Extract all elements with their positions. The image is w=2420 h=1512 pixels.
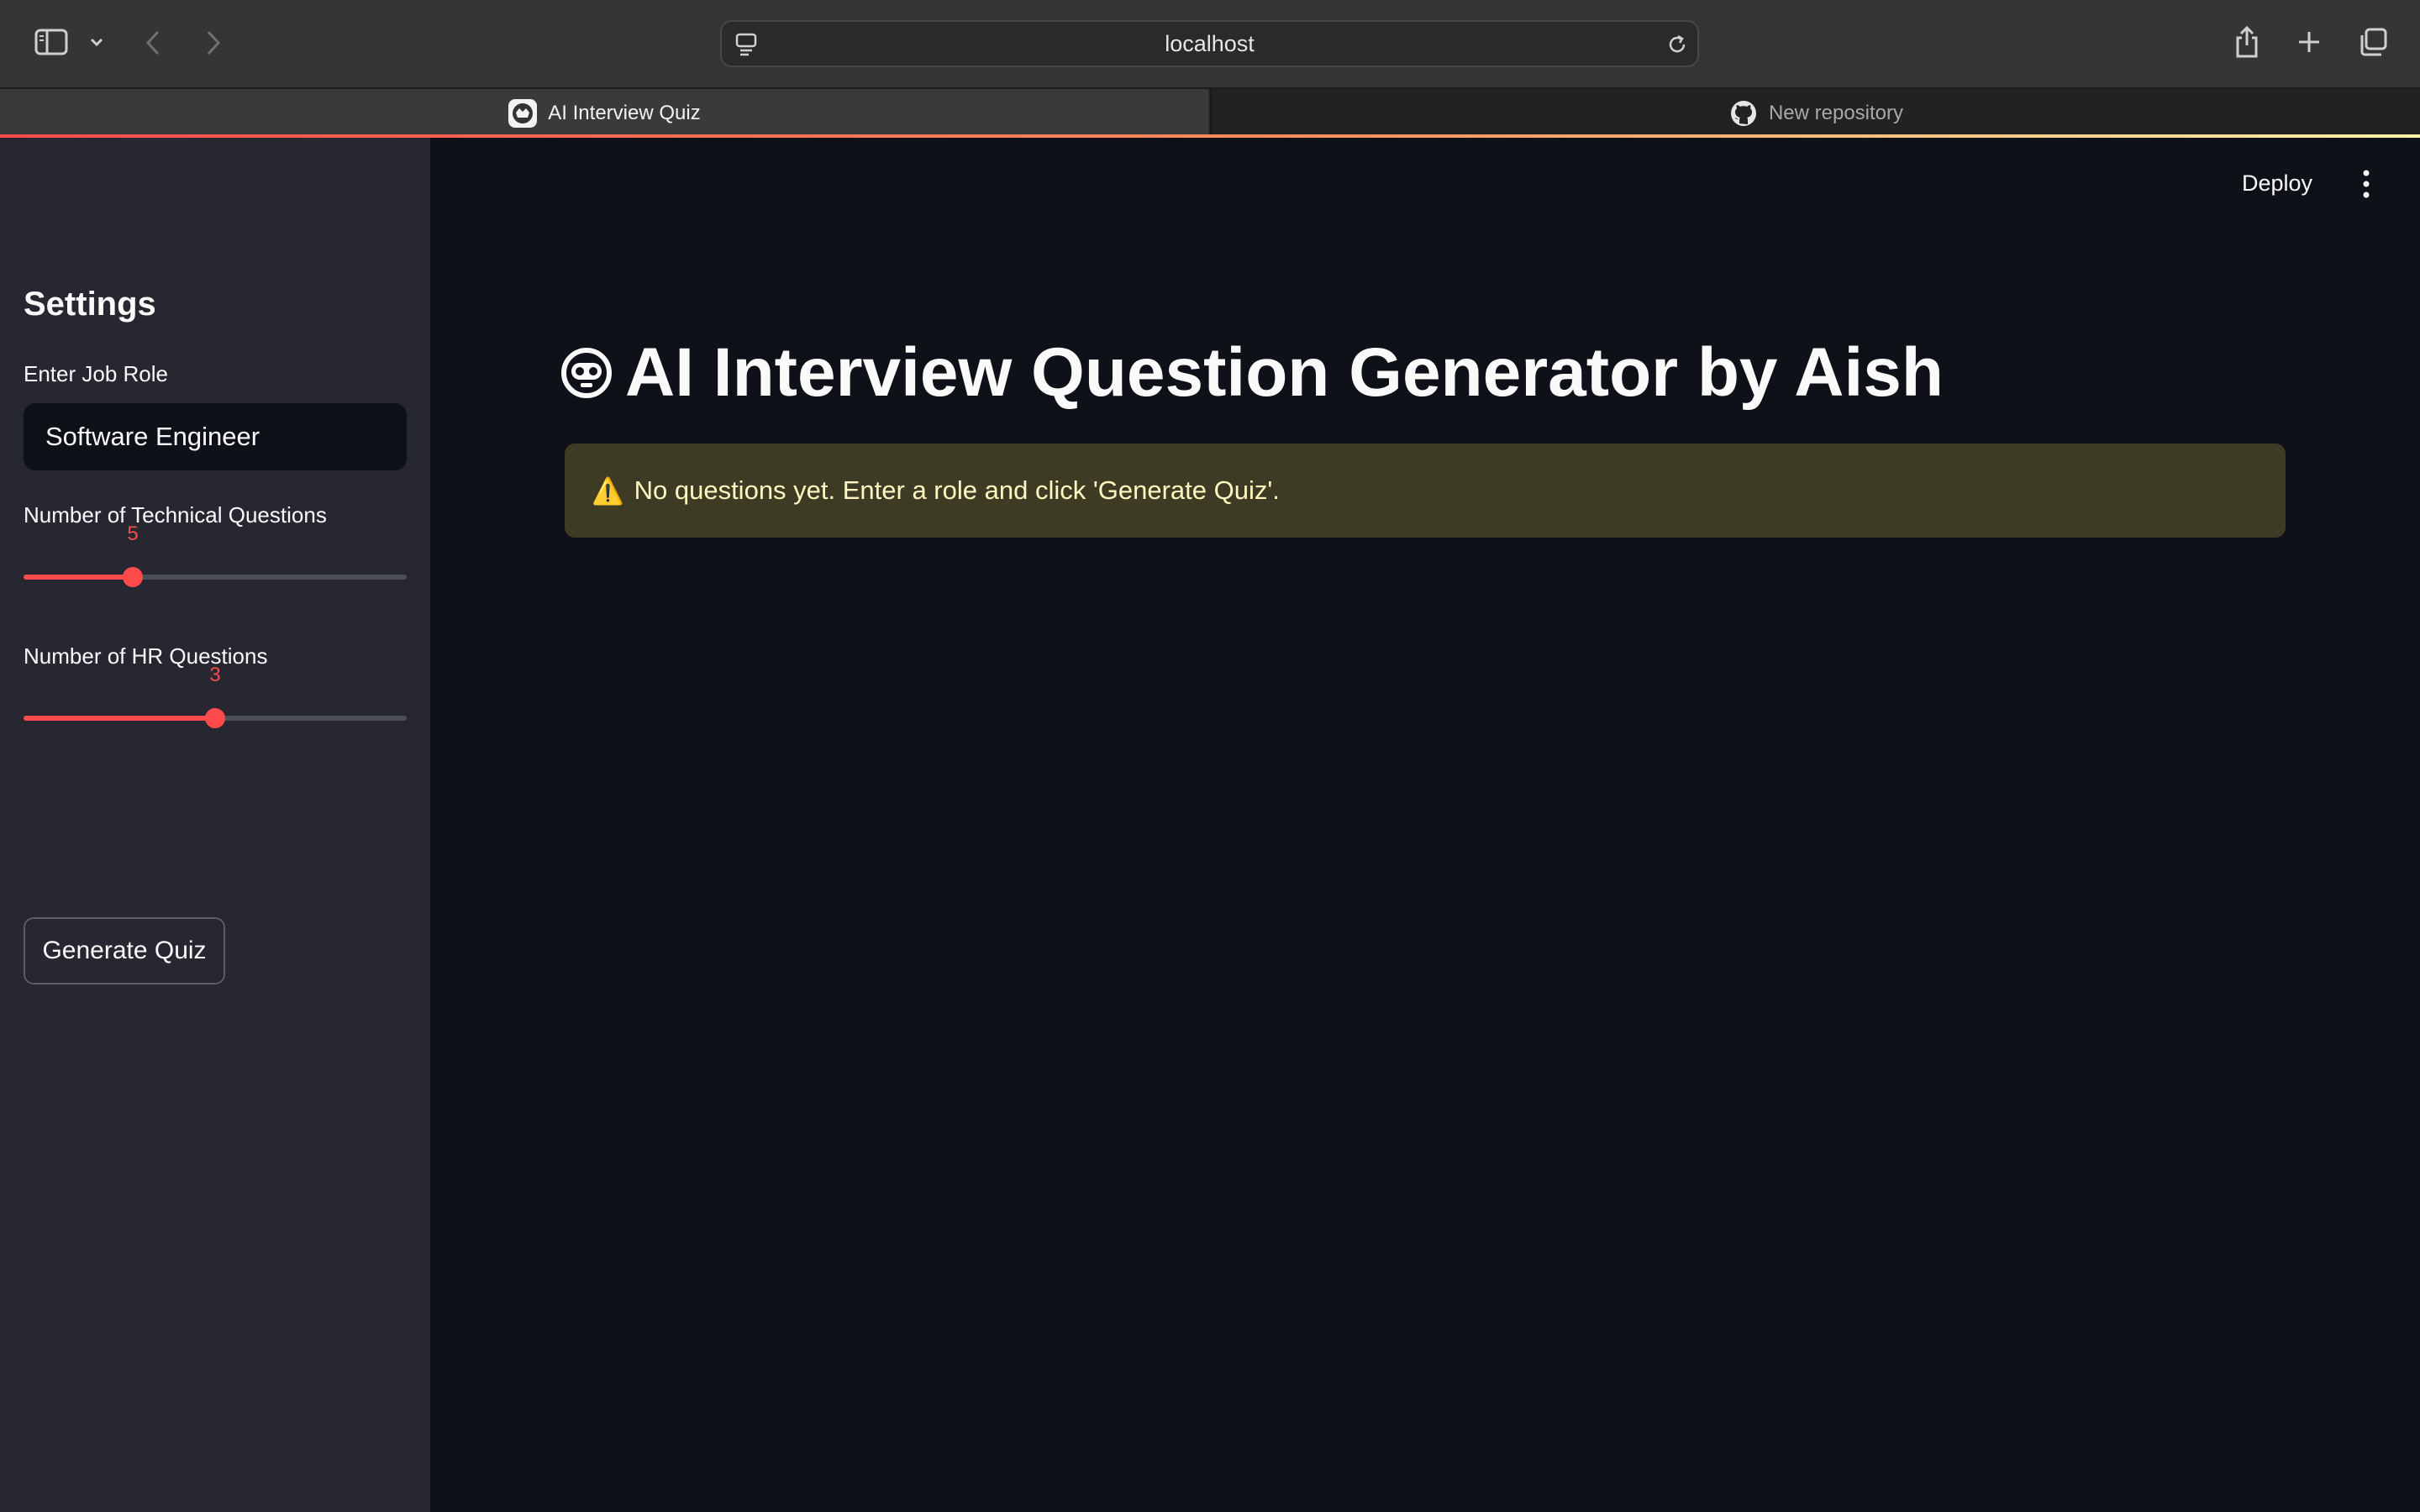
share-icon[interactable] bbox=[2232, 24, 2262, 60]
technical-questions-slider[interactable]: 5 bbox=[24, 522, 407, 595]
page-title-text: AI Interview Question Generator by Aish bbox=[625, 334, 1944, 411]
streamlit-favicon-icon bbox=[508, 98, 538, 129]
reload-icon[interactable] bbox=[1665, 32, 1690, 57]
tab-bar: AI Interview Quiz New repository bbox=[0, 87, 2420, 138]
hr-questions-slider[interactable]: 3 bbox=[24, 664, 407, 736]
more-options-icon[interactable] bbox=[2353, 166, 2380, 202]
generate-quiz-button[interactable]: Generate Quiz bbox=[24, 917, 225, 984]
warning-text: No questions yet. Enter a role and click… bbox=[634, 475, 1280, 505]
slider-value: 5 bbox=[127, 522, 139, 545]
new-tab-icon[interactable] bbox=[2294, 27, 2324, 57]
job-role-input[interactable]: Software Engineer bbox=[24, 403, 407, 470]
slider-fill bbox=[24, 716, 215, 721]
github-icon bbox=[1728, 98, 1759, 129]
tab-new-repository[interactable]: New repository bbox=[1210, 89, 2420, 138]
deploy-button[interactable]: Deploy bbox=[2242, 166, 2312, 200]
tab-ai-interview-quiz[interactable]: AI Interview Quiz bbox=[0, 89, 1208, 138]
page-title: AI Interview Question Generator by Aish bbox=[560, 329, 1944, 417]
slider-fill bbox=[24, 575, 133, 580]
sidebar: Settings Enter Job Role Software Enginee… bbox=[0, 138, 430, 1512]
tab-overview-icon[interactable] bbox=[2356, 25, 2390, 59]
warning-alert: ⚠️ No questions yet. Enter a role and cl… bbox=[565, 444, 2286, 538]
slider-value: 3 bbox=[209, 664, 221, 686]
robot-face-icon bbox=[560, 346, 613, 400]
browser-toolbar: localhost bbox=[0, 0, 2420, 87]
tab-label: AI Interview Quiz bbox=[548, 102, 701, 124]
tab-label: New repository bbox=[1768, 102, 1904, 124]
technical-questions-label: Number of Technical Questions bbox=[24, 502, 327, 528]
sidebar-toggle-icon[interactable] bbox=[32, 25, 71, 59]
job-role-label: Enter Job Role bbox=[24, 361, 168, 386]
address-text: localhost bbox=[1165, 30, 1255, 56]
slider-thumb[interactable] bbox=[205, 708, 225, 728]
back-icon[interactable] bbox=[141, 27, 165, 59]
forward-icon[interactable] bbox=[202, 27, 225, 59]
address-bar[interactable]: localhost bbox=[720, 20, 1699, 67]
warning-icon: ⚠️ bbox=[592, 475, 624, 506]
chevron-down-icon[interactable] bbox=[87, 32, 106, 52]
sidebar-title: Settings bbox=[24, 286, 156, 323]
slider-thumb[interactable] bbox=[123, 567, 143, 587]
